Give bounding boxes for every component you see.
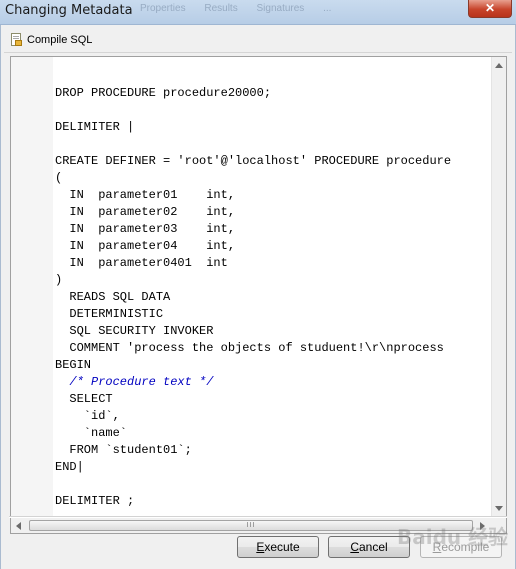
document-lock-icon (10, 32, 23, 48)
code-line: CREATE DEFINER = 'root'@'localhost' PROC… (55, 154, 452, 168)
background-tabs: Properties Results Signatures ... (140, 3, 347, 14)
code-line: COMMENT 'process the objects of studuent… (55, 341, 444, 355)
compile-sql-label: Compile SQL (27, 34, 93, 46)
code-line: BEGIN (55, 358, 92, 372)
sql-editor[interactable]: DROP PROCEDURE procedure20000; DELIMITER … (10, 56, 507, 534)
code-line: /* Procedure text */ (55, 375, 214, 389)
background-tab: Signatures (256, 3, 305, 14)
code-line: IN parameter02 int, (55, 205, 236, 219)
close-button[interactable]: ✕ (468, 0, 512, 18)
footer-separator (9, 516, 507, 518)
watermark-text: Baidu 经验 (397, 525, 509, 549)
code-line: SQL SECURITY INVOKER (55, 324, 214, 338)
code-line: IN parameter0401 int (55, 256, 228, 270)
code-line: SELECT (55, 392, 113, 406)
code-line: `id`, (55, 409, 120, 423)
code-line: `name` (55, 426, 128, 440)
close-icon: ✕ (484, 1, 496, 15)
scroll-down-icon[interactable] (495, 506, 503, 511)
scroll-up-icon[interactable] (495, 63, 503, 68)
code-line: READS SQL DATA (55, 290, 171, 304)
toolbar: Compile SQL (4, 28, 512, 53)
code-line: DELIMITER ; (55, 494, 135, 508)
changing-metadata-dialog: Compile SQL DROP PROCEDURE procedure2000… (0, 25, 516, 569)
code-line: IN parameter04 int, (55, 239, 236, 253)
background-tab: Results (204, 3, 238, 14)
code-line: DROP PROCEDURE procedure20000; (55, 86, 272, 100)
code-line: DELIMITER | (55, 120, 135, 134)
code-line: IN parameter01 int, (55, 188, 236, 202)
vertical-scrollbar[interactable] (491, 57, 506, 518)
code-line: ( (55, 171, 63, 185)
code-line: ) (55, 273, 63, 287)
execute-button[interactable]: Execute (237, 536, 319, 558)
execute-label: Execute (256, 540, 300, 554)
background-tab: Properties (140, 3, 186, 14)
cancel-label: Cancel (350, 540, 388, 554)
code-area[interactable]: DROP PROCEDURE procedure20000; DELIMITER … (55, 57, 493, 518)
window-titlebar: Changing Metadata Properties Results Sig… (0, 0, 516, 25)
code-line: FROM `student01`; (55, 443, 192, 457)
background-tab: ... (323, 3, 332, 14)
code-line: DETERMINISTIC (55, 307, 164, 321)
watermark: Baidu 经验 (397, 521, 508, 550)
scroll-left-icon[interactable] (16, 522, 21, 530)
thumb-grip-icon: III (246, 522, 256, 529)
code-line: END| (55, 460, 84, 474)
window-title: Changing Metadata (5, 3, 133, 18)
editor-gutter (11, 57, 53, 518)
code-line: IN parameter03 int, (55, 222, 236, 236)
compile-sql-button[interactable]: Compile SQL (8, 31, 96, 49)
